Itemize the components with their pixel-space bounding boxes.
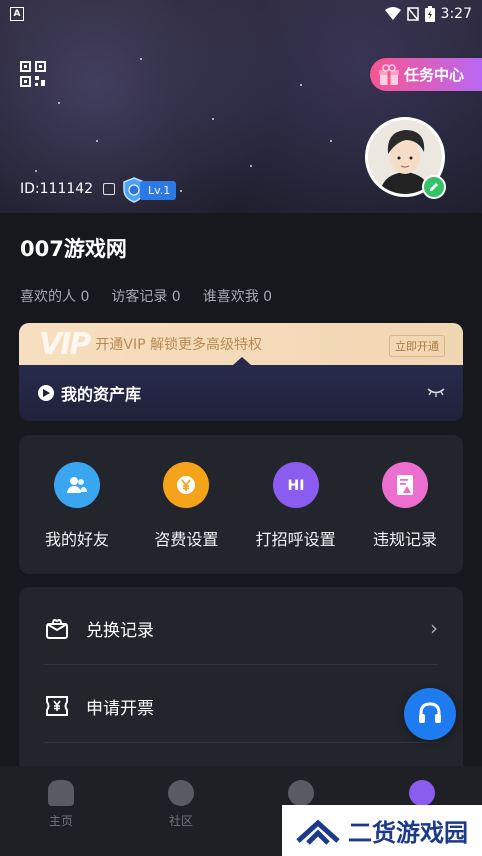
watermark-text: 二货游戏园	[348, 819, 468, 847]
notification-icon: A	[10, 7, 24, 21]
user-id: ID:111142	[20, 181, 116, 197]
battery-icon	[424, 6, 435, 22]
chat-icon	[288, 780, 314, 806]
divider	[44, 664, 438, 665]
hi-icon: HI	[272, 462, 319, 508]
asset-library-label: 我的资产库	[61, 385, 142, 404]
level-badge[interactable]: Lv.1	[122, 177, 177, 203]
report-icon	[381, 462, 428, 508]
headset-icon	[419, 702, 441, 723]
no-signal-icon	[406, 7, 419, 21]
friends-icon	[54, 462, 100, 508]
menu-label: 兑换记录	[86, 620, 154, 641]
stat-visitors[interactable]: 访客记录 0	[111, 286, 180, 306]
eye-closed-icon[interactable]	[427, 386, 445, 398]
menu-apply-invoice[interactable]: 申请开票	[44, 667, 438, 745]
invoice-icon	[46, 696, 68, 716]
vip-logo: VIP	[39, 326, 91, 362]
stat-who-likes-me[interactable]: 谁喜欢我 0	[203, 286, 272, 306]
tool-violation-records[interactable]: 违规记录	[351, 435, 459, 550]
planet-icon	[168, 780, 194, 806]
user-id-text: ID:111142	[20, 181, 94, 197]
vip-promo-banner[interactable]: VIP 开通VIP 解锁更多高级特权 立即开通	[19, 323, 463, 365]
level-label: Lv.1	[140, 180, 177, 200]
play-icon	[38, 385, 54, 401]
gift-icon	[379, 63, 399, 85]
tab-label: 社区	[168, 814, 193, 828]
task-center-button[interactable]: 任务中心	[370, 58, 482, 91]
customer-service-button[interactable]	[404, 688, 456, 740]
asset-library[interactable]: 我的资产库	[19, 365, 463, 421]
stat-likes[interactable]: 喜欢的人 0	[20, 286, 89, 306]
divider	[44, 742, 438, 743]
clock: 3:27	[440, 6, 472, 22]
tool-fee-settings[interactable]: 咨费设置	[132, 435, 240, 550]
tab-community[interactable]: 社区	[146, 780, 216, 829]
wifi-icon	[384, 7, 401, 20]
task-center-label: 任务中心	[404, 66, 465, 84]
tool-my-friends[interactable]: 我的好友	[23, 435, 131, 550]
tool-label: 咨费设置	[154, 530, 219, 549]
home-icon	[48, 780, 74, 806]
vip-open-button[interactable]: 立即开通	[389, 335, 445, 357]
vip-promo-text: 开通VIP 解锁更多高级特权	[95, 337, 262, 353]
chevron-right-icon: ›	[430, 616, 438, 640]
copy-icon[interactable]	[103, 183, 116, 195]
watermark: 二货游戏园	[282, 805, 482, 856]
tab-home[interactable]: 主页	[26, 780, 96, 829]
svg-text:HI: HI	[287, 478, 304, 493]
gift-box-icon	[46, 619, 68, 639]
profile-stats: 喜欢的人 0 访客记录 0 谁喜欢我 0	[20, 286, 272, 306]
edit-profile-button[interactable]	[422, 175, 446, 199]
quick-tools-panel: 我的好友 咨费设置 HI 打招呼设置 违规记录	[19, 435, 463, 574]
tool-label: 打招呼设置	[255, 530, 336, 549]
vip-notch	[233, 357, 251, 365]
yuan-icon	[163, 462, 210, 508]
menu-label: 申请开票	[86, 698, 154, 719]
tool-label: 我的好友	[44, 530, 109, 549]
tab-label: 主页	[48, 814, 73, 828]
menu-exchange-records[interactable]: 兑换记录 ›	[44, 589, 438, 667]
username: 007游戏网	[20, 237, 127, 261]
pencil-icon	[430, 183, 438, 191]
vip-card: VIP 开通VIP 解锁更多高级特权 立即开通 我的资产库	[19, 323, 463, 421]
status-bar: A 3:27	[0, 0, 482, 28]
tool-label: 违规记录	[372, 530, 437, 549]
qr-code-icon[interactable]	[20, 61, 46, 87]
menu-panel: 兑换记录 › 申请开票	[19, 587, 463, 787]
profile-icon	[409, 780, 435, 806]
tool-greeting-settings[interactable]: HI 打招呼设置	[242, 435, 350, 550]
watermark-logo-icon	[296, 819, 340, 845]
